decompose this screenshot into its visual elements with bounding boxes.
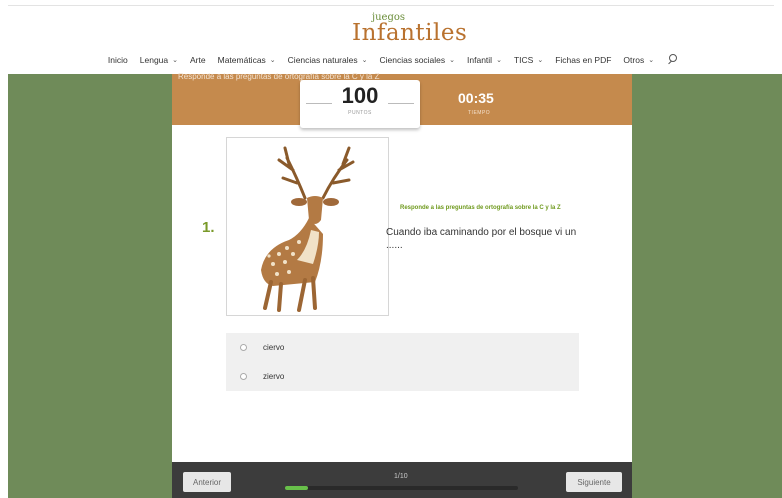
nav-item-otros[interactable]: Otros ⌄	[617, 55, 660, 65]
chevron-down-icon: ⌄	[496, 57, 502, 64]
score-label: PUNTOS	[348, 110, 372, 116]
nav-item-lengua[interactable]: Lengua ⌄	[134, 55, 184, 65]
question-text: Cuando iba caminando por el bosque vi un…	[386, 227, 577, 251]
site-header: juegos Infantiles Inicio Lengua ⌄ Arte Matem…	[0, 0, 782, 74]
next-button[interactable]: Siguiente	[566, 472, 622, 492]
nav-item-ciencias-sociales[interactable]: Ciencias sociales ⌄	[373, 55, 461, 65]
timer-value: 00:35	[458, 90, 494, 106]
quiz-footer: Anterior 1/10 Siguiente	[172, 462, 632, 498]
nav-item-label: TICS	[513, 55, 534, 65]
chevron-down-icon: ⌄	[537, 57, 544, 64]
answer-options: ciervo ziervo	[226, 333, 579, 391]
top-divider	[8, 5, 774, 6]
progress-counter: 1/10	[394, 473, 408, 480]
radio-icon[interactable]	[240, 344, 247, 351]
nav-item-label: Matemáticas	[217, 55, 266, 65]
nav-item-inicio[interactable]: Inicio	[102, 55, 134, 65]
chevron-down-icon: ⌄	[269, 57, 276, 64]
timer-label: TIEMPO	[468, 110, 491, 116]
chevron-down-icon: ⌄	[449, 57, 456, 64]
nav-item-label: Infantil	[467, 55, 493, 65]
progress-track	[285, 486, 518, 490]
nav-item-ciencias-naturales[interactable]: Ciencias naturales ⌄	[282, 55, 374, 65]
nav-item-label: Ciencias sociales	[379, 55, 446, 65]
score-value: 100	[341, 83, 379, 108]
radio-icon[interactable]	[240, 373, 247, 380]
nav-item-matemáticas[interactable]: Matemáticas ⌄	[212, 55, 282, 65]
nav-item-fichas-en-pdf[interactable]: Fichas en PDF	[549, 55, 617, 65]
chevron-down-icon: ⌄	[361, 57, 368, 64]
nav-item-label: Arte	[190, 55, 206, 65]
option-label: ziervo	[263, 372, 285, 381]
site-logo[interactable]: juegos Infantiles	[352, 12, 467, 48]
option-2[interactable]: ziervo	[226, 362, 579, 391]
score-box: 100 PUNTOS	[300, 80, 420, 128]
logo-big-text: Infantiles	[352, 20, 468, 46]
previous-button[interactable]: Anterior	[183, 472, 231, 492]
nav-item-label: Inicio	[107, 55, 128, 65]
nav-item-label: Fichas en PDF	[555, 55, 612, 65]
question-number: 1.	[202, 219, 215, 236]
main-nav: Inicio Lengua ⌄ Arte Matemáticas ⌄ Ciencias na…	[0, 52, 782, 68]
nav-item-tics[interactable]: TICS ⌄	[508, 55, 549, 65]
score-divider-left	[306, 103, 332, 104]
deer-icon	[261, 146, 355, 312]
chevron-down-icon: ⌄	[172, 57, 179, 64]
question-image	[226, 137, 389, 316]
question-subtitle: Responde a las preguntas de ortografía s…	[400, 205, 561, 211]
nav-item-arte[interactable]: Arte	[184, 55, 212, 65]
nav-item-infantil[interactable]: Infantil ⌄	[461, 55, 508, 65]
nav-item-label: Lengua	[139, 55, 169, 65]
nav-item-label: Ciencias naturales	[287, 55, 358, 65]
option-label: ciervo	[263, 343, 285, 352]
quiz-top-bar: Responde a las preguntas de ortografía s…	[172, 72, 632, 128]
option-1[interactable]: ciervo	[226, 333, 579, 362]
score-divider-right	[388, 103, 414, 104]
quiz-panel: Responde a las preguntas de ortografía s…	[172, 72, 632, 498]
chevron-down-icon: ⌄	[648, 57, 655, 64]
search-icon[interactable]	[666, 53, 680, 67]
progress-fill	[285, 486, 309, 490]
nav-item-label: Otros	[623, 55, 645, 65]
